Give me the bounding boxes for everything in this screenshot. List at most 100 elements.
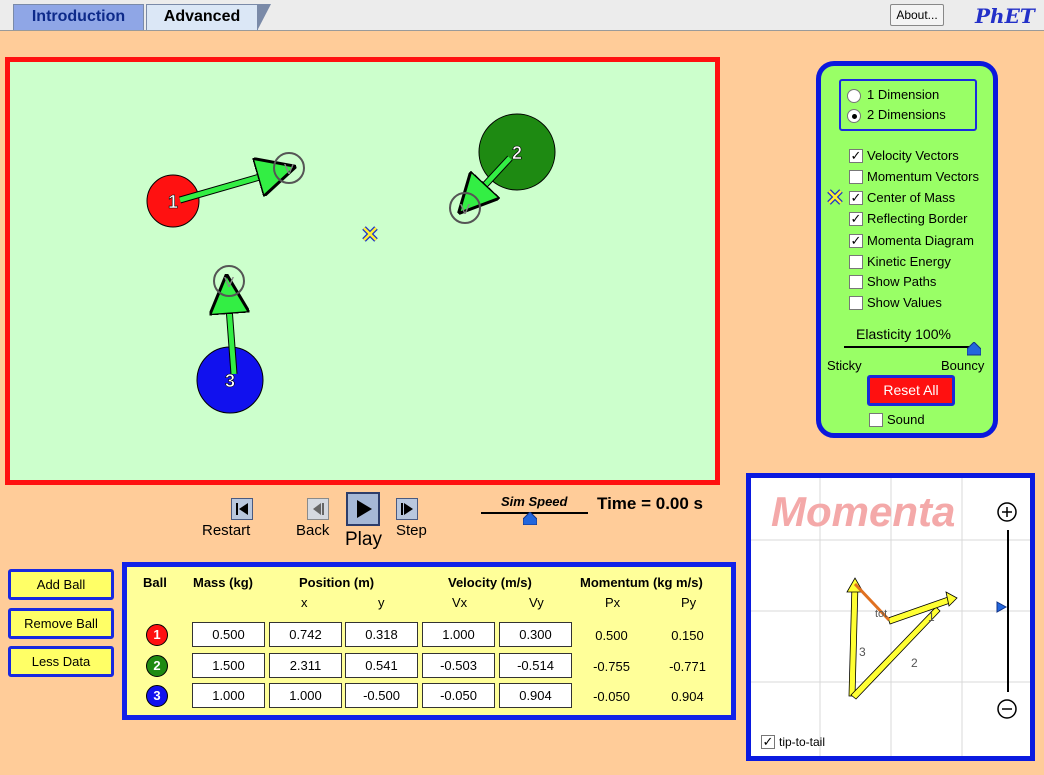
subheader-y: y bbox=[378, 595, 385, 610]
radio-2-dimensions-circle[interactable] bbox=[847, 108, 861, 123]
label-show-values: Show Values bbox=[867, 295, 942, 310]
velocity-handle-1[interactable]: V bbox=[273, 152, 305, 184]
mass-input-2[interactable]: 1.500 bbox=[192, 653, 265, 678]
checkbox-kinetic-energy[interactable] bbox=[849, 254, 863, 269]
remove-ball-button[interactable]: Remove Ball bbox=[8, 608, 114, 639]
label-momentum-vectors: Momentum Vectors bbox=[867, 169, 979, 184]
checkbox-sound[interactable] bbox=[869, 412, 883, 427]
velocity-handle-3[interactable]: V bbox=[213, 265, 245, 297]
option-center-of-mass[interactable]: ✓ Center of Mass bbox=[849, 190, 955, 208]
option-show-paths[interactable]: Show Paths bbox=[849, 274, 936, 292]
less-data-button[interactable]: Less Data bbox=[8, 646, 114, 677]
option-kinetic-energy[interactable]: Kinetic Energy bbox=[849, 254, 951, 272]
mass-input-3[interactable]: 1.000 bbox=[192, 683, 265, 708]
tab-advanced[interactable]: Advanced bbox=[146, 4, 271, 31]
py-value-2: -0.771 bbox=[669, 659, 706, 674]
mass-input-1[interactable]: 0.500 bbox=[192, 622, 265, 647]
zoom-out-icon[interactable] bbox=[997, 699, 1017, 719]
sound-option[interactable]: Sound bbox=[869, 412, 925, 428]
y-input-3[interactable]: -0.500 bbox=[345, 683, 418, 708]
ball-badge-3: 3 bbox=[146, 685, 168, 707]
option-velocity-vectors[interactable]: ✓ Velocity Vectors bbox=[849, 148, 959, 166]
radio-1-dimension-circle[interactable] bbox=[847, 88, 861, 103]
ball-badge-2: 2 bbox=[146, 655, 168, 677]
sim-speed-thumb[interactable] bbox=[523, 512, 537, 525]
option-show-values[interactable]: Show Values bbox=[849, 295, 942, 313]
label-show-paths: Show Paths bbox=[867, 274, 937, 289]
header-velocity: Velocity (m/s) bbox=[448, 575, 532, 590]
svg-text:V: V bbox=[284, 161, 294, 178]
ball-1-label: 1 bbox=[168, 192, 178, 212]
vy-input-3[interactable]: 0.904 bbox=[499, 683, 572, 708]
x-input-1[interactable]: 0.742 bbox=[269, 622, 342, 647]
restart-button[interactable] bbox=[231, 498, 253, 520]
x-input-2[interactable]: 2.311 bbox=[269, 653, 342, 678]
phet-logo[interactable]: PhET bbox=[975, 4, 1035, 28]
zoom-in-icon[interactable] bbox=[997, 502, 1017, 522]
checkbox-show-paths[interactable] bbox=[849, 274, 863, 289]
option-momentum-vectors[interactable]: Momentum Vectors bbox=[849, 169, 979, 187]
tip-to-tail-option[interactable]: ✓ tip-to-tail bbox=[761, 734, 825, 750]
add-ball-button[interactable]: Add Ball bbox=[8, 569, 114, 600]
label-momenta-diagram: Momenta Diagram bbox=[867, 233, 974, 248]
step-label: Step bbox=[396, 522, 427, 539]
back-icon bbox=[313, 503, 324, 515]
y-input-1[interactable]: 0.318 bbox=[345, 622, 418, 647]
vx-input-2[interactable]: -0.503 bbox=[422, 653, 495, 678]
label-sound: Sound bbox=[887, 412, 925, 427]
svg-text:V: V bbox=[460, 201, 470, 218]
checkbox-tip-to-tail[interactable]: ✓ bbox=[761, 734, 775, 749]
checkbox-center-of-mass[interactable]: ✓ bbox=[849, 190, 863, 205]
py-value-3: 0.904 bbox=[671, 689, 704, 704]
px-value-2: -0.755 bbox=[593, 659, 630, 674]
play-button[interactable] bbox=[346, 492, 380, 526]
ball-2-label: 2 bbox=[512, 143, 522, 163]
label-center-of-mass: Center of Mass bbox=[867, 190, 956, 205]
play-icon bbox=[357, 500, 372, 518]
restart-icon bbox=[236, 503, 248, 515]
option-reflecting-border[interactable]: ✓ Reflecting Border bbox=[849, 211, 967, 229]
momenta-title: Momenta bbox=[771, 488, 956, 535]
checkbox-show-values[interactable] bbox=[849, 295, 863, 310]
ball-badge-1: 1 bbox=[146, 624, 168, 646]
elasticity-slider[interactable] bbox=[844, 346, 974, 348]
svg-text:V: V bbox=[224, 274, 234, 291]
sim-speed-label: Sim Speed bbox=[501, 494, 568, 509]
radio-2-dimensions[interactable]: 2 Dimensions bbox=[847, 107, 946, 125]
radio-1-dimension-label: 1 Dimension bbox=[867, 87, 940, 102]
bouncy-label: Bouncy bbox=[941, 358, 985, 373]
velocity-handle-2[interactable]: V bbox=[449, 192, 481, 224]
time-readout: Time = 0.00 s bbox=[597, 494, 704, 513]
vy-input-2[interactable]: -0.514 bbox=[499, 653, 572, 678]
subheader-x: x bbox=[301, 595, 308, 610]
checkbox-momenta-diagram[interactable]: ✓ bbox=[849, 233, 863, 248]
elasticity-thumb[interactable] bbox=[967, 342, 981, 356]
play-area[interactable]: 1 2 3 V V V bbox=[5, 57, 720, 485]
y-input-2[interactable]: 0.541 bbox=[345, 653, 418, 678]
header-momentum: Momentum (kg m/s) bbox=[580, 575, 703, 590]
reset-all-button[interactable]: Reset All bbox=[867, 375, 955, 406]
tab-introduction[interactable]: Introduction bbox=[13, 4, 144, 30]
center-of-mass-marker bbox=[362, 226, 378, 242]
option-momenta-diagram[interactable]: ✓ Momenta Diagram bbox=[849, 233, 974, 251]
checkbox-reflecting-border[interactable]: ✓ bbox=[849, 211, 863, 226]
step-button[interactable] bbox=[396, 498, 418, 520]
back-button[interactable] bbox=[307, 498, 329, 520]
px-value-1: 0.500 bbox=[595, 628, 628, 643]
subheader-vx: Vx bbox=[452, 595, 468, 610]
py-value-1: 0.150 bbox=[671, 628, 704, 643]
radio-1-dimension[interactable]: 1 Dimension bbox=[847, 87, 939, 105]
vy-input-1[interactable]: 0.300 bbox=[499, 622, 572, 647]
total-vector-label: tot bbox=[875, 608, 887, 620]
vector-2-label: 2 bbox=[911, 656, 918, 670]
momenta-panel: tot 1 2 3 Momenta ✓ tip-to-tail bbox=[746, 473, 1035, 761]
label-reflecting-border: Reflecting Border bbox=[867, 211, 968, 226]
subheader-py: Py bbox=[681, 595, 697, 610]
vx-input-3[interactable]: -0.050 bbox=[422, 683, 495, 708]
about-button[interactable]: About... bbox=[890, 4, 944, 26]
checkbox-momentum-vectors[interactable] bbox=[849, 169, 863, 184]
radio-2-dimensions-label: 2 Dimensions bbox=[867, 107, 946, 122]
checkbox-velocity-vectors[interactable]: ✓ bbox=[849, 148, 863, 163]
x-input-3[interactable]: 1.000 bbox=[269, 683, 342, 708]
vx-input-1[interactable]: 1.000 bbox=[422, 622, 495, 647]
